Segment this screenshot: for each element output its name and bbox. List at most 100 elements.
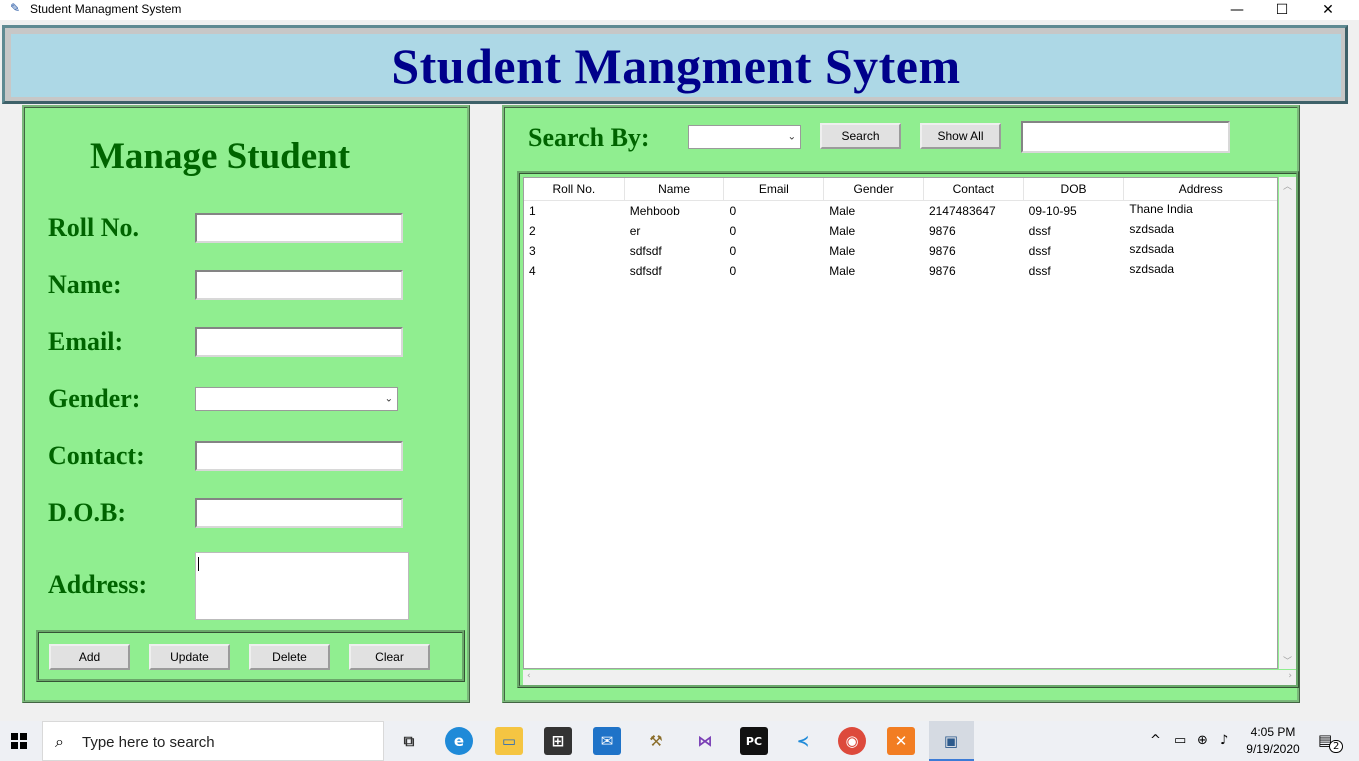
- gender-label: Gender:: [48, 384, 141, 413]
- scroll-left-icon[interactable]: ‹: [527, 671, 531, 681]
- vscode-icon[interactable]: ≺: [789, 727, 817, 755]
- cell-roll: 2: [529, 224, 536, 238]
- search-icon: ⌕: [55, 732, 64, 751]
- column-header-contact[interactable]: Contact: [924, 178, 1024, 200]
- app-header: Student Mangment Sytem: [2, 25, 1348, 104]
- cell-dob: 09-10-95: [1028, 204, 1077, 218]
- address-label: Address:: [48, 570, 148, 599]
- button-frame: Add Update Delete Clear: [36, 630, 465, 682]
- chevron-down-icon: ⌄: [384, 393, 393, 405]
- pycharm-icon[interactable]: PC: [740, 727, 768, 755]
- cell-email: 0: [729, 264, 737, 278]
- clock-time: 4:05 PM: [1250, 725, 1296, 739]
- taskbar-search-placeholder: Type here to search: [82, 734, 215, 751]
- cell-roll: 3: [529, 244, 536, 258]
- show-all-button[interactable]: Show All: [920, 123, 1001, 149]
- cell-gender: Male: [829, 244, 856, 258]
- window-titlebar: ✎ Student Managment System — ☐ ✕: [0, 0, 1359, 20]
- xampp-icon[interactable]: ✕: [887, 727, 915, 755]
- name-label: Name:: [48, 270, 122, 299]
- python-icon[interactable]: ▣: [937, 727, 965, 755]
- chrome-icon[interactable]: ◉: [838, 727, 866, 755]
- scroll-right-icon[interactable]: ›: [1288, 671, 1292, 681]
- close-button[interactable]: ✕: [1305, 0, 1351, 20]
- cell-dob: dssf: [1028, 224, 1051, 238]
- cell-address: Thane India: [1129, 202, 1193, 216]
- email-label: Email:: [48, 327, 124, 356]
- minimize-button[interactable]: —: [1214, 0, 1260, 20]
- update-button[interactable]: Update: [149, 644, 230, 670]
- cell-contact: 9876: [928, 224, 956, 238]
- column-header-gender[interactable]: Gender: [824, 178, 924, 200]
- maximize-button[interactable]: ☐: [1259, 0, 1305, 20]
- cell-gender: Male: [829, 204, 856, 218]
- roll-input[interactable]: [195, 213, 403, 243]
- email-input[interactable]: [195, 327, 403, 357]
- store-icon[interactable]: ⊞: [544, 727, 572, 755]
- cell-contact: 9876: [928, 244, 956, 258]
- text-caret: [198, 557, 199, 571]
- cell-dob: dssf: [1028, 244, 1051, 258]
- volume-icon[interactable]: ♪: [1220, 733, 1228, 748]
- globe-icon[interactable]: ⊕: [1197, 733, 1208, 748]
- column-header-roll[interactable]: Roll No.: [524, 178, 625, 200]
- column-header-address[interactable]: Address: [1124, 178, 1277, 200]
- start-button[interactable]: [0, 721, 38, 761]
- cell-name: Mehboob: [629, 204, 680, 218]
- clear-button[interactable]: Clear: [349, 644, 430, 670]
- cell-address: szdsada: [1129, 222, 1175, 236]
- table-row[interactable]: 1 Mehboob 0 Male 2147483647 09-10-95 Tha…: [524, 201, 1277, 221]
- search-text-input[interactable]: [1021, 121, 1230, 153]
- column-header-dob[interactable]: DOB: [1024, 178, 1125, 200]
- add-button[interactable]: Add: [49, 644, 130, 670]
- contact-input[interactable]: [195, 441, 403, 471]
- column-header-email[interactable]: Email: [724, 178, 825, 200]
- mail-icon[interactable]: ✉: [593, 727, 621, 755]
- cell-name: sdfsdf: [629, 244, 662, 258]
- battery-icon[interactable]: ▭: [1174, 733, 1186, 748]
- cell-contact: 9876: [928, 264, 956, 278]
- search-by-select[interactable]: ⌄: [688, 125, 801, 149]
- windows-icon: [11, 733, 27, 749]
- cell-roll: 4: [529, 264, 536, 278]
- cell-roll: 1: [529, 204, 536, 218]
- scroll-down-icon[interactable]: ﹀: [1283, 654, 1292, 667]
- cell-address: szdsada: [1129, 262, 1175, 276]
- cell-gender: Male: [829, 224, 856, 238]
- address-textarea[interactable]: [195, 552, 409, 620]
- cell-gender: Male: [829, 264, 856, 278]
- name-input[interactable]: [195, 270, 403, 300]
- contact-label: Contact:: [48, 441, 145, 470]
- roll-label: Roll No.: [48, 213, 139, 242]
- table-row[interactable]: 2 er 0 Male 9876 dssf szdsada: [524, 221, 1277, 241]
- cell-name: er: [629, 224, 641, 238]
- cell-contact: 2147483647: [928, 204, 996, 218]
- column-header-name[interactable]: Name: [625, 178, 725, 200]
- table-frame: Roll No. Name Email Gender Contact DOB A…: [517, 171, 1299, 688]
- table-row[interactable]: 3 sdfsdf 0 Male 9876 dssf szdsada: [524, 241, 1277, 261]
- visual-studio-icon[interactable]: ⋈: [691, 727, 719, 755]
- file-explorer-icon[interactable]: ▭: [495, 727, 523, 755]
- vertical-scrollbar[interactable]: ︿ ﹀: [1279, 177, 1296, 669]
- taskbar-search-box[interactable]: ⌕ Type here to search: [42, 721, 384, 761]
- task-view-icon[interactable]: ⧉: [395, 727, 423, 755]
- delete-button[interactable]: Delete: [249, 644, 330, 670]
- search-by-label: Search By:: [528, 123, 650, 152]
- header-inner: Student Mangment Sytem: [11, 34, 1341, 97]
- chevron-up-icon[interactable]: ^: [1150, 733, 1161, 748]
- scroll-up-icon[interactable]: ︿: [1283, 179, 1292, 192]
- gender-select[interactable]: ⌄: [195, 387, 398, 411]
- search-button[interactable]: Search: [820, 123, 901, 149]
- cell-email: 0: [729, 204, 737, 218]
- clock[interactable]: 4:05 PM 9/19/2020: [1240, 724, 1306, 758]
- horizontal-scrollbar[interactable]: ‹ ›: [523, 670, 1296, 685]
- cell-dob: dssf: [1028, 264, 1051, 278]
- tool-icon[interactable]: ⚒: [642, 727, 670, 755]
- clock-date: 9/19/2020: [1246, 742, 1300, 756]
- manage-student-panel: Manage Student Roll No. Name: Email: Gen…: [22, 105, 470, 703]
- student-table[interactable]: Roll No. Name Email Gender Contact DOB A…: [523, 177, 1278, 669]
- table-row[interactable]: 4 sdfsdf 0 Male 9876 dssf szdsada: [524, 261, 1277, 281]
- edge-icon[interactable]: e: [445, 727, 473, 755]
- dob-input[interactable]: [195, 498, 403, 528]
- chevron-down-icon: ⌄: [787, 131, 796, 143]
